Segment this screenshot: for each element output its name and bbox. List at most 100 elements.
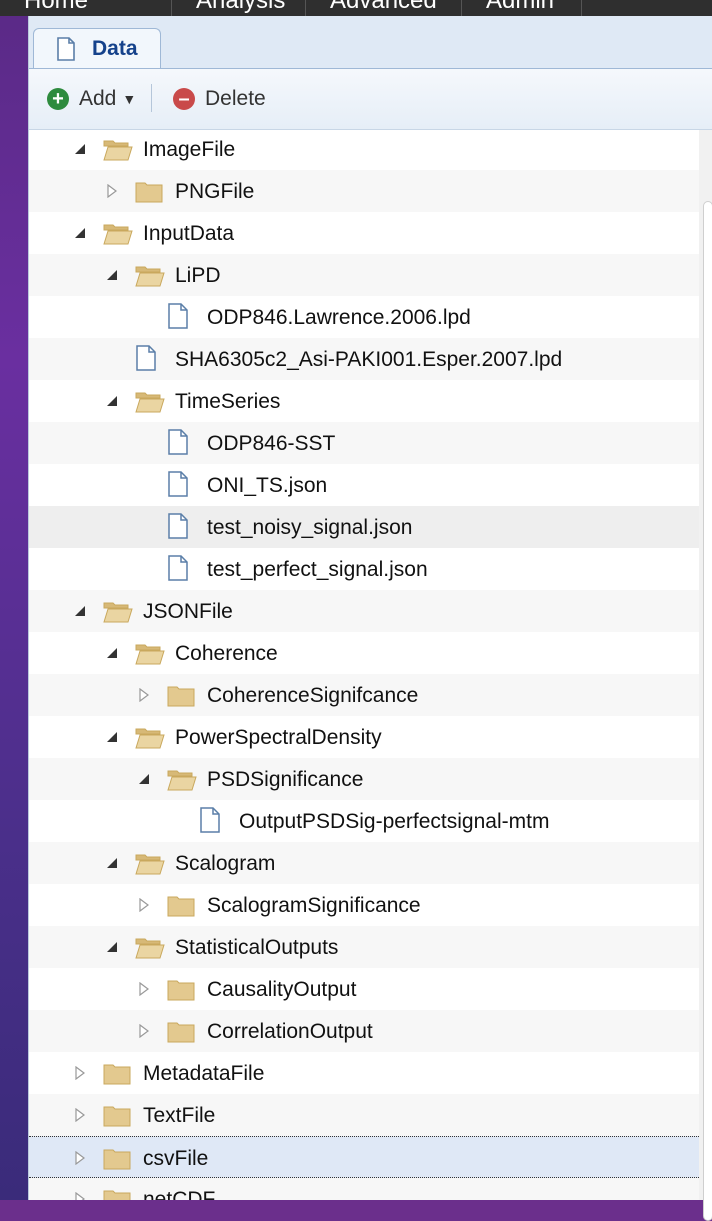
document-icon [56,37,76,66]
collapse-arrow-icon[interactable] [73,604,87,618]
tree-item-label: InputData [143,222,235,245]
tree-item-label: JSONFile [143,600,233,623]
folder-open-icon [135,851,165,880]
tree-item-label: PowerSpectralDensity [175,726,382,749]
nav-tab-home[interactable]: Home [0,0,172,16]
tree-file-row[interactable]: OutputPSDSig-perfectsignal-mtm [29,800,699,842]
folder-icon [167,893,195,922]
tree-file-row[interactable]: ODP846.Lawrence.2006.lpd [29,296,699,338]
expand-arrow-icon[interactable] [73,1065,87,1081]
tree-item-label: ODP846-SST [207,432,336,455]
tree-item-label: TimeSeries [175,390,281,413]
tree-folder-row[interactable]: LiPD [29,254,699,296]
chevron-down-icon: ▼ [122,91,137,107]
delete-button[interactable]: – Delete [173,85,266,113]
add-button-label: Add [79,87,117,110]
tree-folder-row[interactable]: JSONFile [29,590,699,632]
expand-arrow-icon[interactable] [137,981,151,997]
tree-item-label: CorrelationOutput [207,1020,373,1043]
folder-icon [103,1187,131,1200]
expand-arrow-icon[interactable] [73,1107,87,1123]
tree-item-label: SHA6305c2_Asi-PAKI001.Esper.2007.lpd [175,348,563,371]
collapse-arrow-icon[interactable] [105,940,119,954]
add-button[interactable]: + Add ▼ [47,85,136,113]
tree-folder-row[interactable]: PNGFile [29,170,699,212]
file-icon [135,345,157,376]
tab-bar: Data [29,16,712,69]
toolbar: + Add ▼ – Delete [29,69,712,130]
tree-folder-row[interactable]: Scalogram [29,842,699,884]
collapse-arrow-icon[interactable] [105,856,119,870]
expand-arrow-icon[interactable] [73,1150,87,1166]
tree-file-row[interactable]: ODP846-SST [29,422,699,464]
tree-item-label: PNGFile [175,180,255,203]
tree-item-label: ScalogramSignificance [207,894,421,917]
expand-arrow-icon[interactable] [137,897,151,913]
tree-folder-row[interactable]: Coherence [29,632,699,674]
tree-item-label: StatisticalOutputs [175,936,339,959]
tree-item-label: csvFile [143,1147,209,1170]
tree-folder-row[interactable]: CoherenceSignifcance [29,674,699,716]
scrollbar-thumb[interactable] [703,201,712,1221]
delete-button-label: Delete [205,87,266,110]
tree-item-label: OutputPSDSig-perfectsignal-mtm [239,810,550,833]
expand-arrow-icon[interactable] [73,1191,87,1200]
tree-item-label: test_perfect_signal.json [207,558,428,581]
expand-arrow-icon[interactable] [137,687,151,703]
tree-folder-row[interactable]: ScalogramSignificance [29,884,699,926]
file-icon [199,807,221,838]
toolbar-separator [151,84,152,112]
tree-folder-row[interactable]: TimeSeries [29,380,699,422]
nav-tab-analysis[interactable]: Analysis [172,0,306,16]
data-panel: Data + Add ▼ – Delete ImageFile PNGFile In… [28,16,712,1221]
tree-item-label: ONI_TS.json [207,474,328,497]
collapse-arrow-icon[interactable] [73,226,87,240]
tree-folder-row[interactable]: TextFile [29,1094,699,1136]
folder-icon [167,1019,195,1048]
collapse-arrow-icon[interactable] [73,142,87,156]
nav-tab-advanced[interactable]: Advanced [306,0,462,16]
add-icon: + [47,88,69,110]
tree-item-label: MetadataFile [143,1062,265,1085]
tree-item-label: test_noisy_signal.json [207,516,413,539]
expand-arrow-icon[interactable] [137,1023,151,1039]
expand-arrow-icon[interactable] [105,183,119,199]
desktop-background [0,0,28,1200]
tree-folder-row[interactable]: CorrelationOutput [29,1010,699,1052]
tree-item-label: CoherenceSignifcance [207,684,419,707]
folder-open-icon [135,641,165,670]
tree-folder-row[interactable]: csvFile [29,1136,699,1178]
tree-item-label: CausalityOutput [207,978,357,1001]
tree-folder-row[interactable]: MetadataFile [29,1052,699,1094]
tree-item-label: netCDF [143,1188,216,1200]
folder-open-icon [103,599,133,628]
folder-open-icon [135,263,165,292]
collapse-arrow-icon[interactable] [105,268,119,282]
tree-item-label: LiPD [175,264,221,287]
nav-tab-admin[interactable]: Admin [462,0,582,16]
folder-icon [103,1103,131,1132]
tree-folder-row[interactable]: PSDSignificance [29,758,699,800]
tree-folder-row[interactable]: netCDF [29,1178,699,1200]
tree-item-label: ImageFile [143,138,236,161]
tree-file-row[interactable]: SHA6305c2_Asi-PAKI001.Esper.2007.lpd [29,338,699,380]
tree-folder-row[interactable]: ImageFile [29,130,699,170]
tree-item-label: PSDSignificance [207,768,364,791]
tree-folder-row[interactable]: PowerSpectralDensity [29,716,699,758]
collapse-arrow-icon[interactable] [105,646,119,660]
tree-item-label: TextFile [143,1104,216,1127]
tree-file-row[interactable]: ONI_TS.json [29,464,699,506]
file-icon [167,555,189,586]
tree-folder-row[interactable]: InputData [29,212,699,254]
tree-folder-row[interactable]: StatisticalOutputs [29,926,699,968]
tree-file-row[interactable]: test_noisy_signal.json [29,506,699,548]
tree-file-row[interactable]: test_perfect_signal.json [29,548,699,590]
collapse-arrow-icon[interactable] [105,730,119,744]
collapse-arrow-icon[interactable] [137,772,151,786]
tab-data-label: Data [92,37,138,60]
file-icon [167,513,189,544]
folder-open-icon [103,221,133,250]
tree-folder-row[interactable]: CausalityOutput [29,968,699,1010]
tab-data[interactable]: Data [33,28,161,68]
collapse-arrow-icon[interactable] [105,394,119,408]
